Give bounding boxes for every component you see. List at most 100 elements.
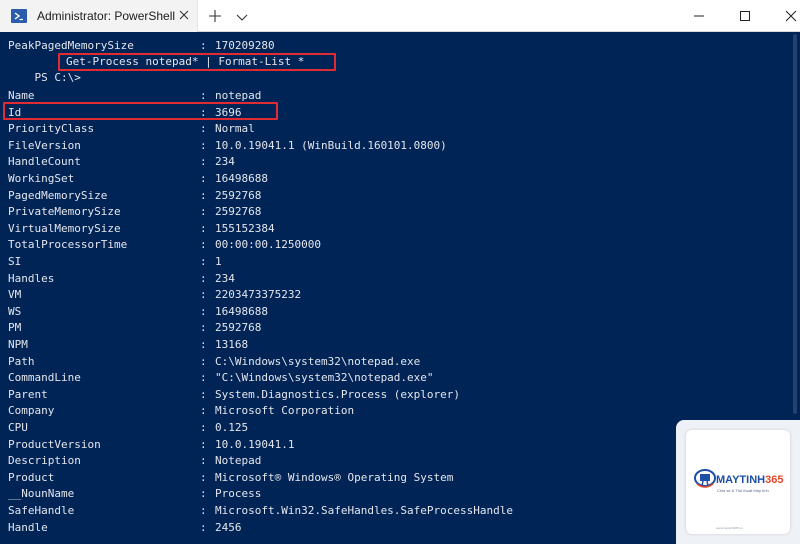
property-value: Microsoft Corporation xyxy=(215,404,355,418)
property-name: VirtualMemorySize xyxy=(8,221,121,235)
scrollbar[interactable] xyxy=(793,34,797,414)
new-tab-icon[interactable] xyxy=(206,7,224,25)
property-name: NPM xyxy=(8,338,28,351)
prompt-text: PS C:\> xyxy=(34,71,81,84)
property-value: Microsoft.Win32.SafeHandles.SafeProcessH… xyxy=(215,504,514,517)
property-name: SI xyxy=(8,255,22,268)
property-name: CPU xyxy=(8,421,28,434)
property-name: SafeHandle xyxy=(8,504,75,517)
property-separator: : xyxy=(200,487,207,501)
property-value: 2456 xyxy=(215,520,242,534)
property-value: 155152384 xyxy=(215,221,275,235)
property-name: PeakPagedMemorySize xyxy=(8,39,134,52)
close-window-button[interactable] xyxy=(768,0,800,32)
watermark-url: www.maytinh365.vn xyxy=(716,526,743,530)
property-name: ProductVersion xyxy=(8,437,101,451)
brand-number: 365 xyxy=(765,474,784,486)
title-bar: Administrator: PowerShell xyxy=(0,0,800,32)
powershell-icon xyxy=(11,9,27,23)
property-name: PagedMemorySize xyxy=(8,188,108,202)
property-value: 10.0.19041.1 (WinBuild.160101.0800) xyxy=(215,138,447,152)
watermark-logo: MAYTINH365 Chia sẻ & Thủ thuật Máy tính … xyxy=(676,420,800,544)
property-separator: : xyxy=(200,122,207,136)
watermark-tagline: Chia sẻ & Thủ thuật Máy tính xyxy=(717,488,769,493)
property-separator: : xyxy=(200,520,207,534)
watermark-brand: MAYTINH365 xyxy=(716,474,783,486)
property-value: 0.125 xyxy=(215,421,249,434)
property-separator: : xyxy=(200,288,207,302)
property-value: 1 xyxy=(215,255,222,268)
property-name: FileVersion xyxy=(8,138,81,152)
property-separator: : xyxy=(200,221,207,235)
property-value: 170209280 xyxy=(215,39,275,52)
maximize-button[interactable] xyxy=(722,0,768,32)
property-separator: : xyxy=(200,304,207,318)
command-highlight-box xyxy=(58,53,336,71)
property-separator: : xyxy=(200,454,207,468)
property-name: PriorityClass xyxy=(8,122,95,136)
property-separator: : xyxy=(200,387,207,401)
minimize-button[interactable] xyxy=(676,0,722,32)
tab-powershell[interactable]: Administrator: PowerShell xyxy=(0,0,198,32)
property-separator: : xyxy=(200,238,207,252)
property-name: Company xyxy=(8,404,55,418)
property-separator: : xyxy=(200,437,207,451)
property-name: CommandLine xyxy=(8,371,81,385)
property-value: 13168 xyxy=(215,338,249,351)
property-value: C:\Windows\system32\notepad.exe xyxy=(215,354,421,368)
property-value: 234 xyxy=(215,271,235,285)
property-value: 00:00:00.1250000 xyxy=(215,238,321,252)
property-value: 10.0.19041.1 xyxy=(215,437,295,451)
property-value: Normal xyxy=(215,122,255,136)
property-separator: : xyxy=(200,470,207,484)
property-value: Process xyxy=(215,487,262,501)
property-separator: : xyxy=(200,172,207,185)
property-value: 2592768 xyxy=(215,205,262,219)
property-separator: : xyxy=(200,371,207,385)
property-separator: : xyxy=(200,205,207,219)
property-value: 16498688 xyxy=(215,304,268,318)
property-name: __NounName xyxy=(8,487,75,501)
property-separator: : xyxy=(200,321,207,335)
property-separator: : xyxy=(200,155,207,169)
property-value: Notepad xyxy=(215,454,262,468)
property-name: Handles xyxy=(8,271,55,285)
property-separator: : xyxy=(200,354,207,368)
property-value: "C:\Windows\system32\notepad.exe" xyxy=(215,371,434,385)
property-name: Description xyxy=(8,454,81,468)
monitor-logo-icon xyxy=(694,469,716,488)
property-name: PrivateMemorySize xyxy=(8,205,121,219)
property-value: 16498688 xyxy=(215,172,268,185)
chevron-down-icon[interactable] xyxy=(234,9,250,23)
property-value: 234 xyxy=(215,155,235,169)
property-name: Parent xyxy=(8,387,48,401)
property-separator: : xyxy=(200,138,207,152)
property-value: 2592768 xyxy=(215,321,262,335)
property-name: HandleCount xyxy=(8,155,81,169)
brand-main: MAYTINH xyxy=(716,474,766,486)
property-separator: : xyxy=(200,421,207,434)
property-separator: : xyxy=(200,338,207,351)
property-name: PM xyxy=(8,321,22,335)
close-icon[interactable] xyxy=(176,7,192,23)
property-name: WorkingSet xyxy=(8,172,75,185)
output-line: PeakPagedMemorySize : 170209280 xyxy=(8,38,275,54)
property-separator: : xyxy=(200,188,207,202)
property-value: Microsoft® Windows® Operating System xyxy=(215,470,454,484)
property-value: System.Diagnostics.Process (explorer) xyxy=(215,387,461,401)
tab-title: Administrator: PowerShell xyxy=(37,9,176,23)
property-separator: : xyxy=(200,504,207,517)
property-name: Product xyxy=(8,470,55,484)
property-separator: : xyxy=(200,39,207,52)
property-separator: : xyxy=(200,271,207,285)
property-name: TotalProcessorTime xyxy=(8,238,128,252)
id-highlight-box xyxy=(3,102,278,120)
property-name: WS xyxy=(8,304,22,318)
property-value: 2203473375232 xyxy=(215,288,302,302)
property-name: VM xyxy=(8,288,22,302)
property-separator: : xyxy=(200,404,207,418)
property-name: Handle xyxy=(8,520,48,534)
property-separator: : xyxy=(200,255,207,268)
property-name: Path xyxy=(8,354,35,368)
property-value: 2592768 xyxy=(215,188,262,202)
